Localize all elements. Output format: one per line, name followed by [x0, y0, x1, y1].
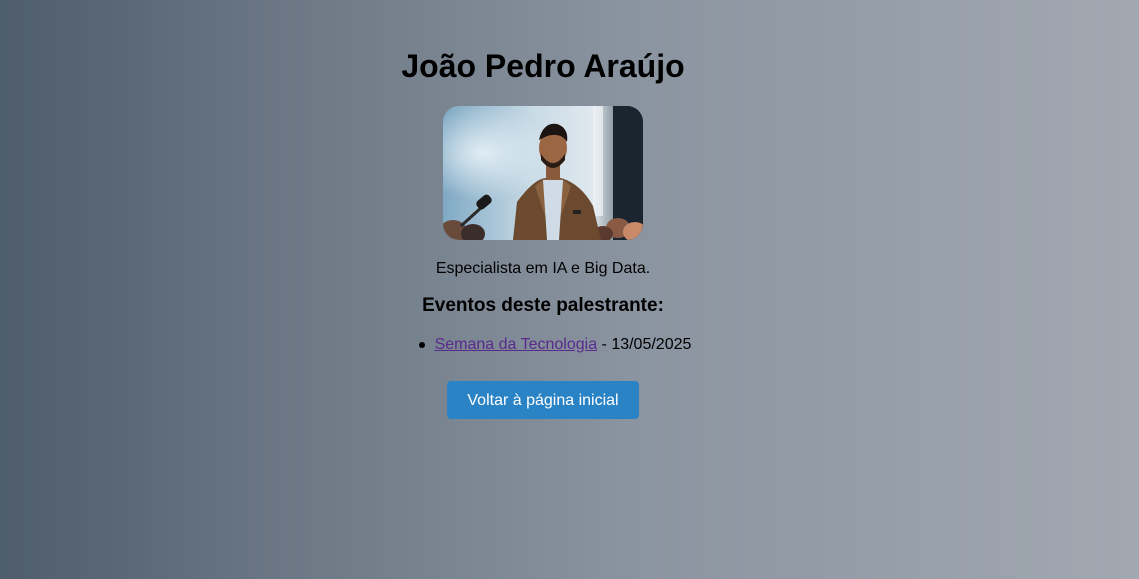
speaker-photo-image: [443, 106, 643, 240]
event-link[interactable]: Semana da Tecnologia: [435, 336, 598, 353]
events-list: Semana da Tecnologia - 13/05/2025: [0, 335, 1086, 355]
events-heading: Eventos deste palestrante:: [422, 295, 664, 316]
speaker-name: João Pedro Araújo: [401, 48, 685, 84]
bullet-icon: [418, 342, 425, 348]
back-home-button[interactable]: Voltar à página inicial: [447, 381, 639, 419]
event-separator: -: [597, 336, 612, 353]
speaker-bio: Especialista em IA e Big Data.: [435, 260, 651, 277]
event-date: 13/05/2025: [611, 336, 692, 353]
speaker-photo: [443, 106, 643, 240]
list-item: Semana da Tecnologia - 13/05/2025: [418, 335, 692, 355]
